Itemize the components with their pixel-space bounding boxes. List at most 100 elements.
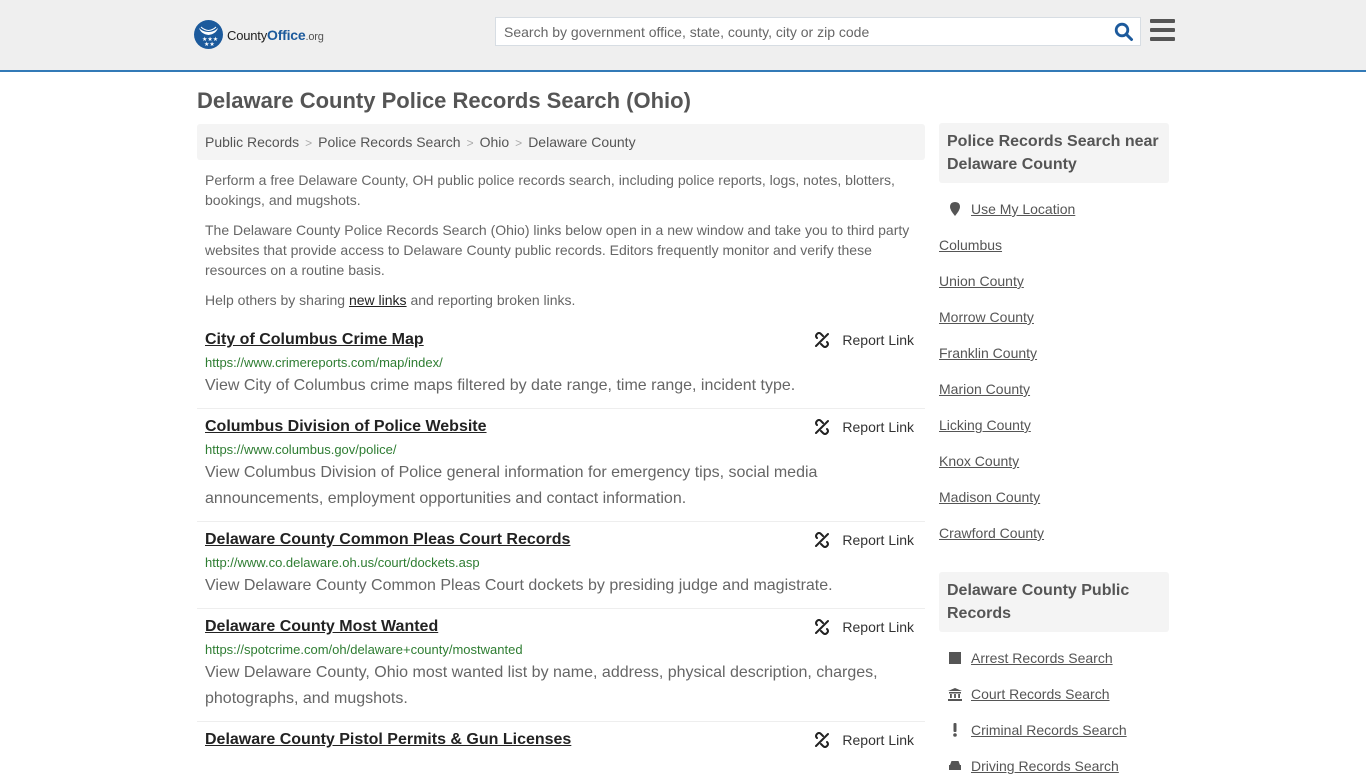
result-item: Delaware County Most Wanted Report Link …: [197, 609, 925, 722]
breadcrumb-ohio[interactable]: Ohio: [480, 134, 510, 150]
report-link-label: Report Link: [842, 532, 914, 548]
sidebar-public-records-heading: Delaware County Public Records: [939, 572, 1169, 632]
logo-county: County: [227, 27, 267, 43]
logo-text: CountyOffice.org: [227, 27, 324, 43]
nearby-item: Marion County: [939, 371, 1161, 407]
result-item: Delaware County Pistol Permits & Gun Lic…: [197, 722, 925, 759]
court-records-link[interactable]: Court Records Search: [971, 686, 1110, 702]
hamburger-menu-icon[interactable]: [1150, 19, 1175, 42]
result-item: Delaware County Common Pleas Court Recor…: [197, 522, 925, 609]
nearby-link-knox-county[interactable]: Knox County: [939, 453, 1019, 469]
map-marker-icon: [947, 202, 963, 216]
intro-paragraph-2: The Delaware County Police Records Searc…: [205, 222, 910, 278]
nearby-item: Knox County: [939, 443, 1161, 479]
result-url: https://www.columbus.gov/police/: [205, 442, 397, 457]
new-links-link[interactable]: new links: [349, 292, 407, 308]
nearby-link-union-county[interactable]: Union County: [939, 273, 1024, 289]
arrest-records-link[interactable]: Arrest Records Search: [971, 650, 1113, 666]
nearby-item: Union County: [939, 263, 1161, 299]
result-title-link[interactable]: Delaware County Common Pleas Court Recor…: [205, 530, 570, 550]
page-title: Delaware County Police Records Search (O…: [197, 88, 691, 113]
breadcrumb-police-records-search[interactable]: Police Records Search: [318, 134, 460, 150]
intro-text-before: Help others by sharing: [205, 292, 349, 308]
results-list: City of Columbus Crime Map Report Link h…: [197, 322, 925, 759]
nearby-link-columbus[interactable]: Columbus: [939, 237, 1002, 253]
site-logo[interactable]: ★★★ ★★ CountyOffice.org: [194, 20, 324, 49]
nearby-link-marion-county[interactable]: Marion County: [939, 381, 1030, 397]
sidebar-nearby: Police Records Search near Delaware Coun…: [939, 123, 1169, 551]
sidebar-public-records: Delaware County Public Records Arrest Re…: [939, 572, 1169, 784]
site-header: ★★★ ★★ CountyOffice.org: [0, 0, 1366, 72]
logo-office: Office: [267, 26, 306, 43]
driving-records-link[interactable]: Driving Records Search: [971, 758, 1119, 774]
sidebar-nearby-heading: Police Records Search near Delaware Coun…: [939, 123, 1169, 183]
square-icon: [947, 652, 963, 664]
result-title-link[interactable]: Delaware County Most Wanted: [205, 617, 438, 637]
nearby-item: Franklin County: [939, 335, 1161, 371]
courthouse-icon: [947, 687, 963, 701]
report-link-label: Report Link: [842, 419, 914, 435]
search-input[interactable]: [496, 18, 1096, 45]
eagle-logo-icon: ★★★ ★★: [194, 20, 223, 49]
result-url: http://www.co.delaware.oh.us/court/docke…: [205, 555, 480, 570]
svg-text:★★: ★★: [204, 41, 215, 48]
result-description: View Columbus Division of Police general…: [205, 464, 818, 507]
result-description: View City of Columbus crime maps filtere…: [205, 377, 796, 394]
nearby-item: Crawford County: [939, 515, 1161, 551]
report-link-button[interactable]: Report Link: [814, 532, 914, 548]
result-title-link[interactable]: Columbus Division of Police Website: [205, 417, 487, 437]
result-title-link[interactable]: Delaware County Pistol Permits & Gun Lic…: [205, 730, 571, 750]
report-link-button[interactable]: Report Link: [814, 419, 914, 435]
nearby-item: Licking County: [939, 407, 1161, 443]
logo-org: .org: [305, 30, 324, 43]
criminal-records-link[interactable]: Criminal Records Search: [971, 722, 1127, 738]
nearby-link-crawford-county[interactable]: Crawford County: [939, 525, 1044, 541]
exclamation-icon: [947, 723, 963, 737]
report-link-label: Report Link: [842, 732, 914, 748]
intro-paragraph-3: Help others by sharing new links and rep…: [205, 290, 920, 310]
result-item: City of Columbus Crime Map Report Link h…: [197, 322, 925, 409]
report-link-button[interactable]: Report Link: [814, 619, 914, 635]
nearby-item: Columbus: [939, 227, 1161, 263]
broken-link-icon: [815, 619, 830, 635]
search-icon: [1114, 22, 1133, 41]
nearby-link-licking-county[interactable]: Licking County: [939, 417, 1031, 433]
public-records-list: Arrest Records Search Court Records Sear…: [939, 632, 1169, 784]
public-records-item: Arrest Records Search: [947, 640, 1161, 676]
broken-link-icon: [815, 532, 830, 548]
breadcrumb-separator: >: [305, 136, 313, 150]
result-url: https://www.crimereports.com/map/index/: [205, 355, 443, 370]
breadcrumb-current: Delaware County: [528, 134, 636, 150]
breadcrumb-public-records[interactable]: Public Records: [205, 134, 299, 150]
report-link-button[interactable]: Report Link: [814, 332, 914, 348]
public-records-item: Driving Records Search: [947, 748, 1161, 784]
breadcrumb: Public Records > Police Records Search > Ohi…: [197, 124, 925, 160]
result-title-link[interactable]: City of Columbus Crime Map: [205, 330, 424, 350]
intro-paragraph-1: Perform a free Delaware County, OH publi…: [205, 172, 895, 208]
nearby-list: Use My Location Columbus Union County Mo…: [939, 183, 1169, 551]
intro-text: Perform a free Delaware County, OH publi…: [205, 170, 920, 320]
use-my-location-link[interactable]: Use My Location: [971, 201, 1075, 217]
search-button[interactable]: [1114, 22, 1134, 42]
nearby-link-morrow-county[interactable]: Morrow County: [939, 309, 1034, 325]
result-item: Columbus Division of Police Website Repo…: [197, 409, 925, 522]
breadcrumb-separator: >: [515, 136, 523, 150]
report-link-label: Report Link: [842, 332, 914, 348]
car-icon: [947, 760, 963, 772]
use-my-location-item: Use My Location: [947, 191, 1161, 227]
broken-link-icon: [815, 332, 830, 348]
nearby-link-madison-county[interactable]: Madison County: [939, 489, 1040, 505]
report-link-button[interactable]: Report Link: [814, 732, 914, 748]
search-box: [495, 17, 1141, 46]
result-description: View Delaware County Common Pleas Court …: [205, 577, 833, 594]
public-records-item: Criminal Records Search: [947, 712, 1161, 748]
nearby-item: Morrow County: [939, 299, 1161, 335]
result-url: https://spotcrime.com/oh/delaware+county…: [205, 642, 523, 657]
nearby-item: Madison County: [939, 479, 1161, 515]
broken-link-icon: [815, 732, 830, 748]
public-records-item: Court Records Search: [947, 676, 1161, 712]
breadcrumb-separator: >: [466, 136, 474, 150]
intro-text-after: and reporting broken links.: [406, 292, 576, 308]
nearby-link-franklin-county[interactable]: Franklin County: [939, 345, 1037, 361]
result-description: View Delaware County, Ohio most wanted l…: [205, 664, 878, 707]
